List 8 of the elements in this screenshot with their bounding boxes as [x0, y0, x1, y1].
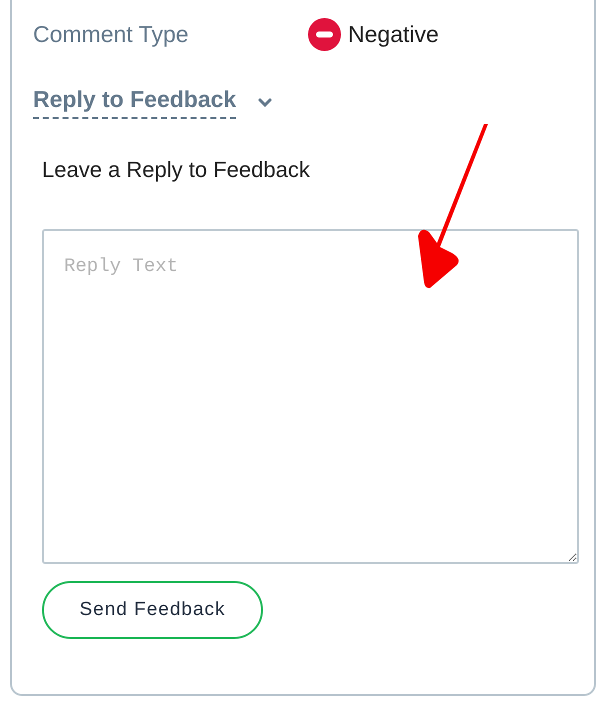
- field-value: Negative: [348, 20, 439, 48]
- field-label: Comment Type: [33, 20, 190, 48]
- chevron-icon: [258, 98, 272, 107]
- send-button[interactable]: Send Feedback: [42, 581, 263, 639]
- section-heading: Leave a Reply to Feedback: [42, 157, 311, 183]
- reply-field[interactable]: Reply Text: [42, 229, 579, 564]
- section-toggle[interactable]: Reply to Feedback: [33, 86, 272, 119]
- minus-circle-icon: [308, 18, 341, 50]
